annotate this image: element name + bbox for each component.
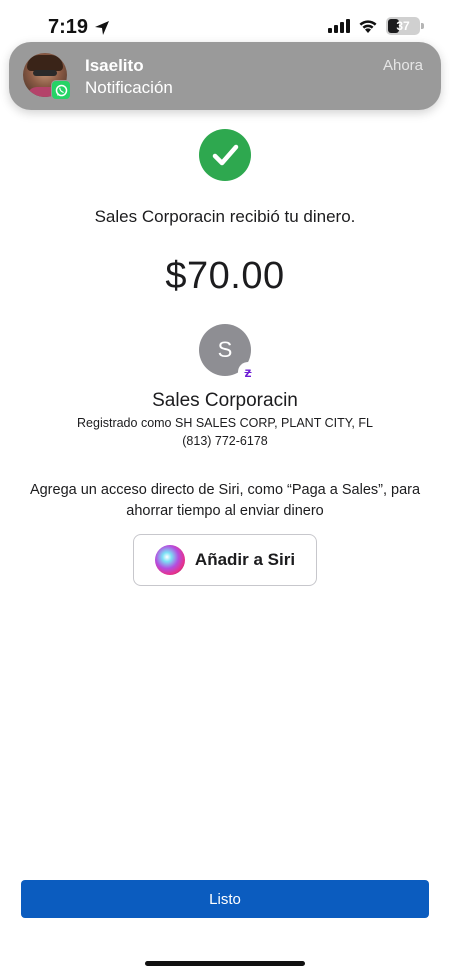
wifi-icon [359,19,377,33]
status-indicators: 37 [328,17,424,35]
payment-received-message: Sales Corporacin recibió tu dinero. [94,207,356,226]
notification-body: Notificación [85,78,173,97]
cellular-signal-icon [328,19,350,33]
add-to-siri-button[interactable]: Añadir a Siri [133,534,317,586]
status-time-group: 7:19 [48,16,110,39]
recipient-registration: Registrado como SH SALES CORP, PLANT CIT… [77,416,373,430]
avatar-glasses [33,70,57,76]
recipient-initial: S [217,337,233,362]
siri-icon [154,545,185,575]
notification-time: Ahora [382,57,423,74]
whatsapp-icon [51,80,71,100]
payment-amount: $70.00 [165,255,285,297]
avatar-hair [27,55,63,71]
battery-icon: 37 [386,17,424,35]
battery-level: 37 [396,19,410,33]
recipient-name: Sales Corporacin [152,390,298,411]
payment-confirmation-screen: 7:19 37 Isaelito Notificación Ahora Sale… [0,0,450,975]
notification-sender: Isaelito [85,56,144,75]
add-to-siri-label: Añadir a Siri [194,550,296,569]
whatsapp-notification-banner[interactable]: Isaelito Notificación Ahora [9,42,441,110]
location-arrow-icon [95,20,110,35]
home-indicator[interactable] [145,961,305,966]
done-button[interactable]: Listo [21,880,429,918]
battery-cap [421,23,424,29]
status-time: 7:19 [48,16,89,38]
siri-shortcut-prompt: Agrega un acceso directo de Siri, como “… [29,482,421,519]
zelle-icon: z [238,362,258,382]
recipient-phone: (813) 772-6178 [182,434,268,448]
zelle-badge-letter: z [244,364,252,380]
checkmark-icon [199,129,251,181]
done-button-label: Listo [209,890,241,908]
